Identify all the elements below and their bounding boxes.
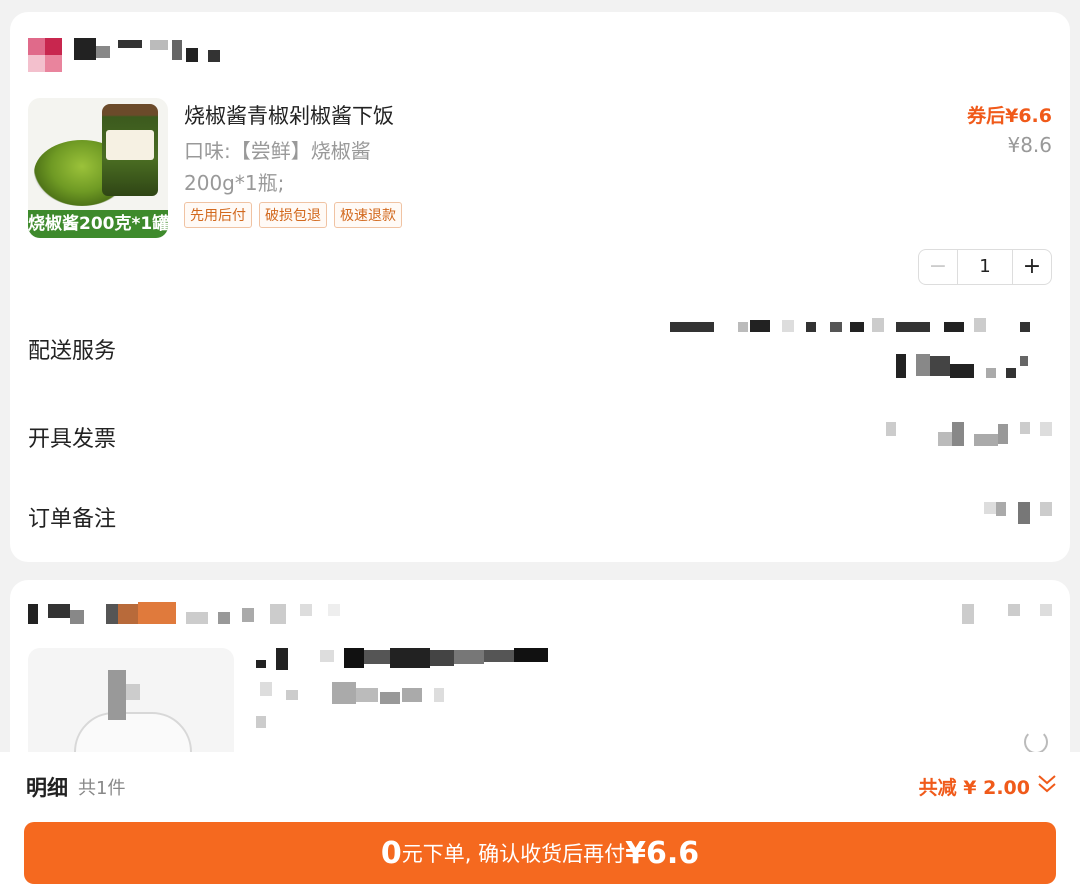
price-original: ¥8.6: [1007, 133, 1052, 157]
order-item-card: 烧椒酱200克*1罐 烧椒酱青椒剁椒酱下饭 口味:【尝鲜】烧椒酱 200g*1瓶…: [10, 12, 1070, 562]
detail-label[interactable]: 明细: [26, 772, 68, 802]
delivery-service-label[interactable]: 配送服务: [28, 333, 116, 365]
order-amount: 0: [380, 835, 402, 871]
price-after-coupon: 券后¥6.6: [967, 105, 1052, 127]
second-order-card-blurred: [10, 580, 1070, 780]
item-count: 共1件: [78, 778, 126, 799]
product-image-banner: 烧椒酱200克*1罐: [28, 210, 168, 238]
place-order-button[interactable]: 0 元下单, 确认收货后再付 ¥6.6: [24, 822, 1056, 884]
service-tags: 先用后付 破损包退 极速退款: [184, 202, 402, 228]
product-spec-size[interactable]: 200g*1瓶;: [184, 167, 284, 196]
product-jar-graphic: [102, 104, 158, 196]
decrease-quantity-button[interactable]: −: [919, 250, 957, 284]
loading-spinner-icon: [1024, 730, 1048, 754]
quantity-value[interactable]: 1: [957, 250, 1013, 284]
invoice-label[interactable]: 开具发票: [28, 421, 116, 453]
order-pay-price: ¥6.6: [625, 835, 700, 871]
product-title[interactable]: 烧椒酱青椒剁椒酱下饭: [184, 100, 394, 130]
total-discount[interactable]: 共减 ¥ 2.00: [919, 773, 1030, 800]
quantity-stepper: − 1 +: [918, 249, 1052, 285]
checkout-bar: 明细 共1件 共减 ¥ 2.00 0 元下单, 确认收货后再付 ¥6.6: [0, 752, 1080, 892]
tag-damage-refund: 破损包退: [259, 202, 327, 228]
product-image[interactable]: 烧椒酱200克*1罐: [28, 98, 168, 238]
product-spec-flavor[interactable]: 口味:【尝鲜】烧椒酱: [184, 135, 371, 164]
chevron-double-down-icon[interactable]: [1036, 771, 1058, 795]
order-note-label[interactable]: 订单备注: [28, 501, 116, 533]
tag-pay-later: 先用后付: [184, 202, 252, 228]
shop-logo-blurred: [28, 38, 62, 72]
tag-fast-refund: 极速退款: [334, 202, 402, 228]
increase-quantity-button[interactable]: +: [1013, 250, 1051, 284]
order-button-text: 元下单, 确认收货后再付: [401, 842, 626, 866]
